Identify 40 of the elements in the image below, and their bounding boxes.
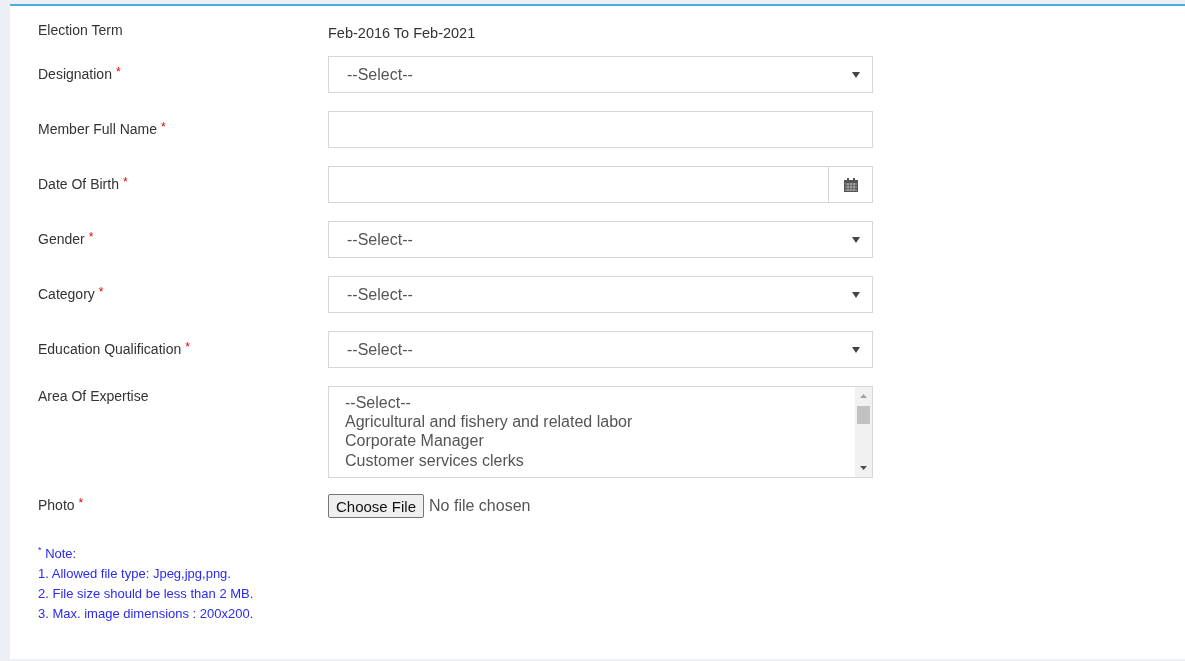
- select-dropdown[interactable]: --Select--: [328, 221, 873, 258]
- note-text: 1. Allowed file type: Jpeg,jpg,png.: [38, 565, 232, 584]
- date-field[interactable]: [328, 166, 873, 203]
- list-option[interactable]: Customer services clerks: [345, 450, 524, 470]
- field-label: Education Qualification: [38, 341, 182, 357]
- field-label: Election Term: [38, 22, 123, 38]
- choose-file-button[interactable]: Choose File: [328, 494, 425, 518]
- list-option[interactable]: --Select--: [345, 393, 411, 413]
- field-label: Photo: [38, 497, 75, 513]
- required-mark: *: [98, 286, 104, 301]
- field-label: Category: [38, 286, 95, 302]
- field-label: Member Full Name: [38, 121, 158, 137]
- field-label: Date Of Birth: [38, 176, 119, 192]
- list-box[interactable]: --Select-- Agricultural and fishery and related labor Corporate Manager Customer services clerks: [328, 386, 873, 478]
- required-mark: *: [88, 231, 94, 246]
- select-dropdown[interactable]: --Select--: [328, 331, 873, 368]
- caret-icon: [852, 236, 860, 243]
- election-term-value: Feb-2016 To Feb-2021: [328, 24, 476, 41]
- required-mark: *: [78, 497, 84, 512]
- select-dropdown[interactable]: --Select--: [328, 56, 873, 93]
- list-option[interactable]: Agricultural and fishery and related labor: [345, 412, 633, 432]
- required-mark: *: [185, 341, 190, 356]
- caret-icon: [852, 346, 860, 353]
- required-mark: *: [122, 176, 128, 191]
- input-field[interactable]: [328, 111, 873, 148]
- note-text: $^{*}$ Note:: [38, 544, 78, 564]
- note-text: 3. Max. image dimensions : 200x200.: [38, 605, 255, 624]
- scrollbar[interactable]: [855, 387, 872, 477]
- note-text: 2. File size should be less than 2 MB.: [38, 585, 255, 604]
- caret-icon: [852, 71, 860, 78]
- calendar-icon[interactable]: [843, 177, 858, 192]
- file-status: No file chosen: [429, 497, 531, 515]
- list-option[interactable]: Corporate Manager: [345, 431, 484, 451]
- required-mark: *: [115, 66, 121, 81]
- field-label: Designation: [38, 66, 112, 82]
- select-dropdown[interactable]: --Select--: [328, 276, 873, 313]
- required-mark: *: [161, 121, 166, 136]
- field-label: Area Of Expertise: [38, 388, 149, 404]
- caret-icon: [852, 291, 860, 298]
- field-label: Gender: [38, 231, 85, 247]
